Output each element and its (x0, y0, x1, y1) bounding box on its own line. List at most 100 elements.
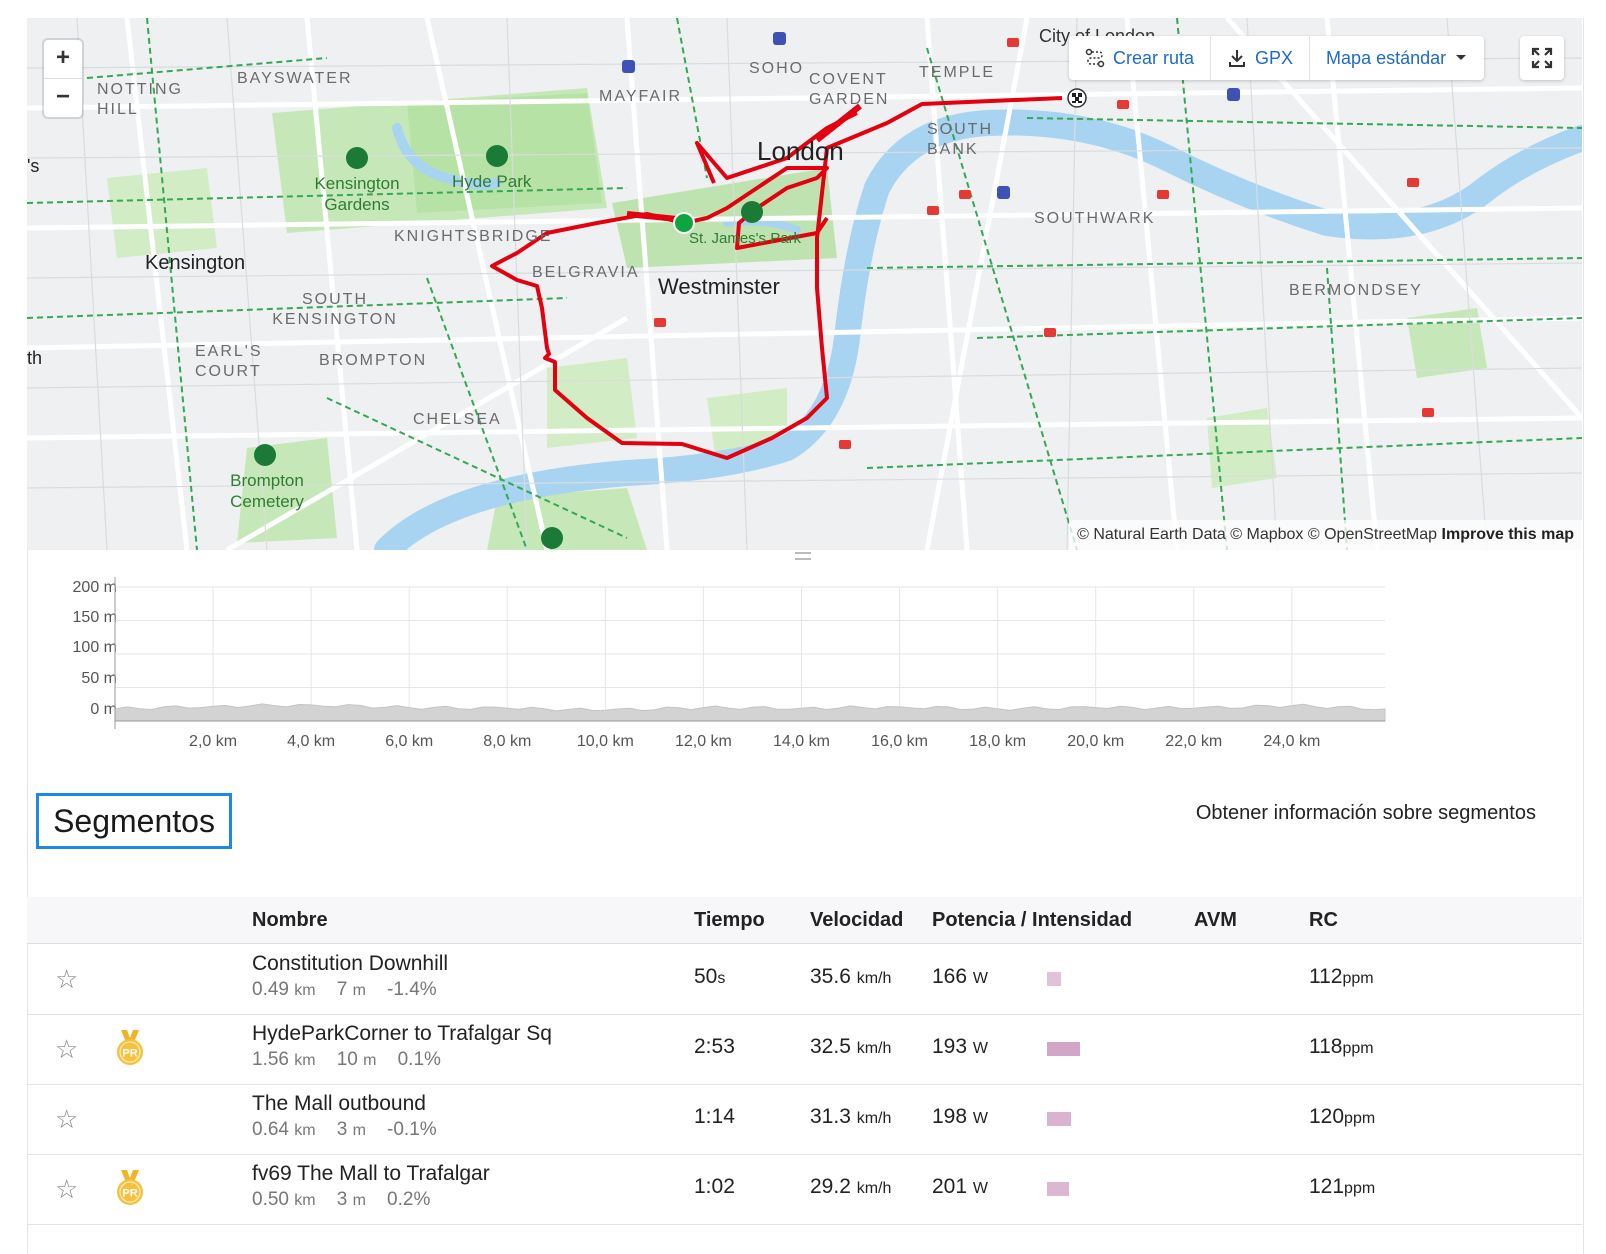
x-tick-label: 6,0 km (385, 733, 434, 750)
segments-title: Segmentos (36, 793, 232, 849)
elevation-unit: m (352, 1192, 366, 1209)
segment-time: 1:14 (694, 1105, 735, 1129)
distance-unit: km (294, 1052, 316, 1069)
pr-medal-label: PR (122, 1188, 137, 1200)
speed-unit: km/h (856, 1110, 892, 1127)
segment-name[interactable]: fv69 The Mall to Trafalgar (252, 1162, 490, 1186)
power-unit: W (972, 1110, 988, 1127)
improve-map-link[interactable]: Improve this map (1442, 526, 1574, 543)
speed-value: 35.6 (810, 965, 851, 988)
resize-handle[interactable] (795, 552, 811, 560)
create-route-button[interactable]: Crear ruta (1069, 36, 1212, 80)
hr-value: 112 (1309, 965, 1343, 988)
segment-speed: 32.5 km/h (810, 1035, 891, 1059)
segment-stats: 1.56 km 10 m 0.1% (252, 1049, 441, 1071)
star-icon[interactable]: ☆ (55, 1034, 78, 1065)
segment-row[interactable]: ☆ PR HydeParkCorner to Trafalgar Sq 1.56… (27, 1014, 1582, 1085)
power-unit: W (972, 1180, 988, 1197)
elevation-plot[interactable] (27, 575, 1447, 735)
speed-value: 32.5 (810, 1035, 851, 1058)
x-tick-label: 4,0 km (287, 733, 336, 750)
map-label-mayfair: MAYFAIR (599, 88, 683, 105)
zoom-control: + − (44, 40, 82, 117)
segment-name[interactable]: Constitution Downhill (252, 952, 448, 976)
speed-unit: km/h (856, 1180, 892, 1197)
segment-row[interactable]: ☆ The Mall outbound 0.64 km 3 m -0.1% 1:… (27, 1084, 1582, 1155)
col-time[interactable]: Tiempo (694, 909, 765, 932)
speed-unit: km/h (856, 970, 892, 987)
power-value: 201 (932, 1175, 968, 1198)
x-tick-label: 2,0 km (189, 733, 238, 750)
map-toolbar: Crear ruta GPX Mapa estándar (1069, 36, 1485, 80)
power-value: 198 (932, 1105, 968, 1128)
fullscreen-button[interactable] (1520, 36, 1564, 80)
segment-stats: 0.64 km 3 m -0.1% (252, 1119, 437, 1141)
segment-name[interactable]: HydeParkCorner to Trafalgar Sq (252, 1022, 552, 1046)
pr-medal-icon: PR (117, 1170, 143, 1205)
route-map[interactable]: City of London NOTTING HILL BAYSWATER MA… (27, 18, 1582, 550)
hr-unit: ppm (1344, 1110, 1376, 1127)
power-value: 166 (932, 965, 968, 988)
segment-time: 2:53 (694, 1035, 735, 1059)
download-icon (1229, 50, 1246, 67)
segment-row[interactable]: ☆ PR fv69 The Mall to Trafalgar 0.50 km … (27, 1154, 1582, 1225)
caret-down-icon (1456, 55, 1467, 60)
segments-table-header: Nombre Tiempo Velocidad Potencia / Inten… (27, 897, 1582, 944)
map-style-dropdown[interactable]: Mapa estándar (1310, 36, 1484, 80)
segment-hr: 121ppm (1309, 1175, 1375, 1199)
elevation-unit: m (363, 1052, 377, 1069)
gpx-download-button[interactable]: GPX (1211, 36, 1311, 80)
segment-power: 166 W (932, 965, 988, 989)
map-label-covent-garden: COVENT GARDEN (809, 71, 890, 108)
segment-stats: 0.49 km 7 m -1.4% (252, 979, 437, 1001)
speed-value: 31.3 (810, 1105, 851, 1128)
segment-time: 1:02 (694, 1175, 735, 1199)
distance-unit: km (294, 1192, 316, 1209)
map-label-westminster: Westminster (658, 274, 780, 299)
map-label-south-bank: SOUTH BANK (927, 121, 993, 158)
star-icon[interactable]: ☆ (55, 1174, 78, 1205)
speed-unit: km/h (856, 1040, 892, 1057)
pr-medal-icon: PR (117, 1030, 143, 1065)
attribution-text: © Natural Earth Data © Mapbox © OpenStre… (1077, 526, 1438, 543)
map-attribution: © Natural Earth Data © Mapbox © OpenStre… (1069, 520, 1582, 550)
segment-distance: 1.56 (252, 1049, 289, 1070)
map-label-kensington: Kensington (145, 252, 246, 274)
segment-power: 198 W (932, 1105, 988, 1129)
segment-elevation: 10 (336, 1049, 358, 1070)
intensity-bar (1047, 1112, 1071, 1126)
zoom-out-button[interactable]: − (44, 78, 82, 117)
x-tick-label: 24,0 km (1263, 733, 1321, 750)
segment-power: 201 W (932, 1175, 988, 1199)
segment-stats: 0.50 km 3 m 0.2% (252, 1189, 430, 1211)
segment-hr: 120ppm (1309, 1105, 1375, 1129)
create-route-label: Crear ruta (1113, 47, 1195, 68)
map-label-bermondsey: BERMONDSEY (1289, 282, 1423, 299)
fullscreen-icon (1531, 47, 1553, 69)
star-icon[interactable]: ☆ (55, 1104, 78, 1135)
x-tick-label: 20,0 km (1067, 733, 1125, 750)
segment-grade: 0.2% (387, 1189, 431, 1210)
elevation-area (114, 703, 1386, 722)
map-label-st-james-park: St. James's Park (689, 230, 802, 247)
segment-distance: 0.49 (252, 979, 289, 1000)
hr-unit: ppm (1342, 1040, 1374, 1057)
segment-row[interactable]: ☆ Constitution Downhill 0.49 km 7 m -1.4… (27, 944, 1582, 1015)
map-label-notting-hill: NOTTING HILL (97, 81, 183, 118)
col-speed[interactable]: Velocidad (810, 909, 903, 932)
col-name[interactable]: Nombre (252, 909, 328, 932)
segment-speed: 35.6 km/h (810, 965, 891, 989)
segment-hr: 118ppm (1309, 1035, 1374, 1059)
col-hr[interactable]: RC (1309, 909, 1338, 932)
star-icon[interactable]: ☆ (55, 964, 78, 995)
x-tick-label: 10,0 km (576, 733, 634, 750)
segments-info-link[interactable]: Obtener información sobre segmentos (1196, 802, 1536, 825)
zoom-in-button[interactable]: + (44, 40, 82, 78)
power-unit: W (972, 970, 988, 987)
time-value: 1:14 (694, 1105, 735, 1128)
col-power[interactable]: Potencia / Intensidad (932, 909, 1132, 932)
time-value: 50 (694, 965, 718, 988)
intensity-bar (1047, 972, 1061, 986)
segment-name[interactable]: The Mall outbound (252, 1092, 426, 1116)
col-vam[interactable]: AVM (1194, 909, 1237, 932)
